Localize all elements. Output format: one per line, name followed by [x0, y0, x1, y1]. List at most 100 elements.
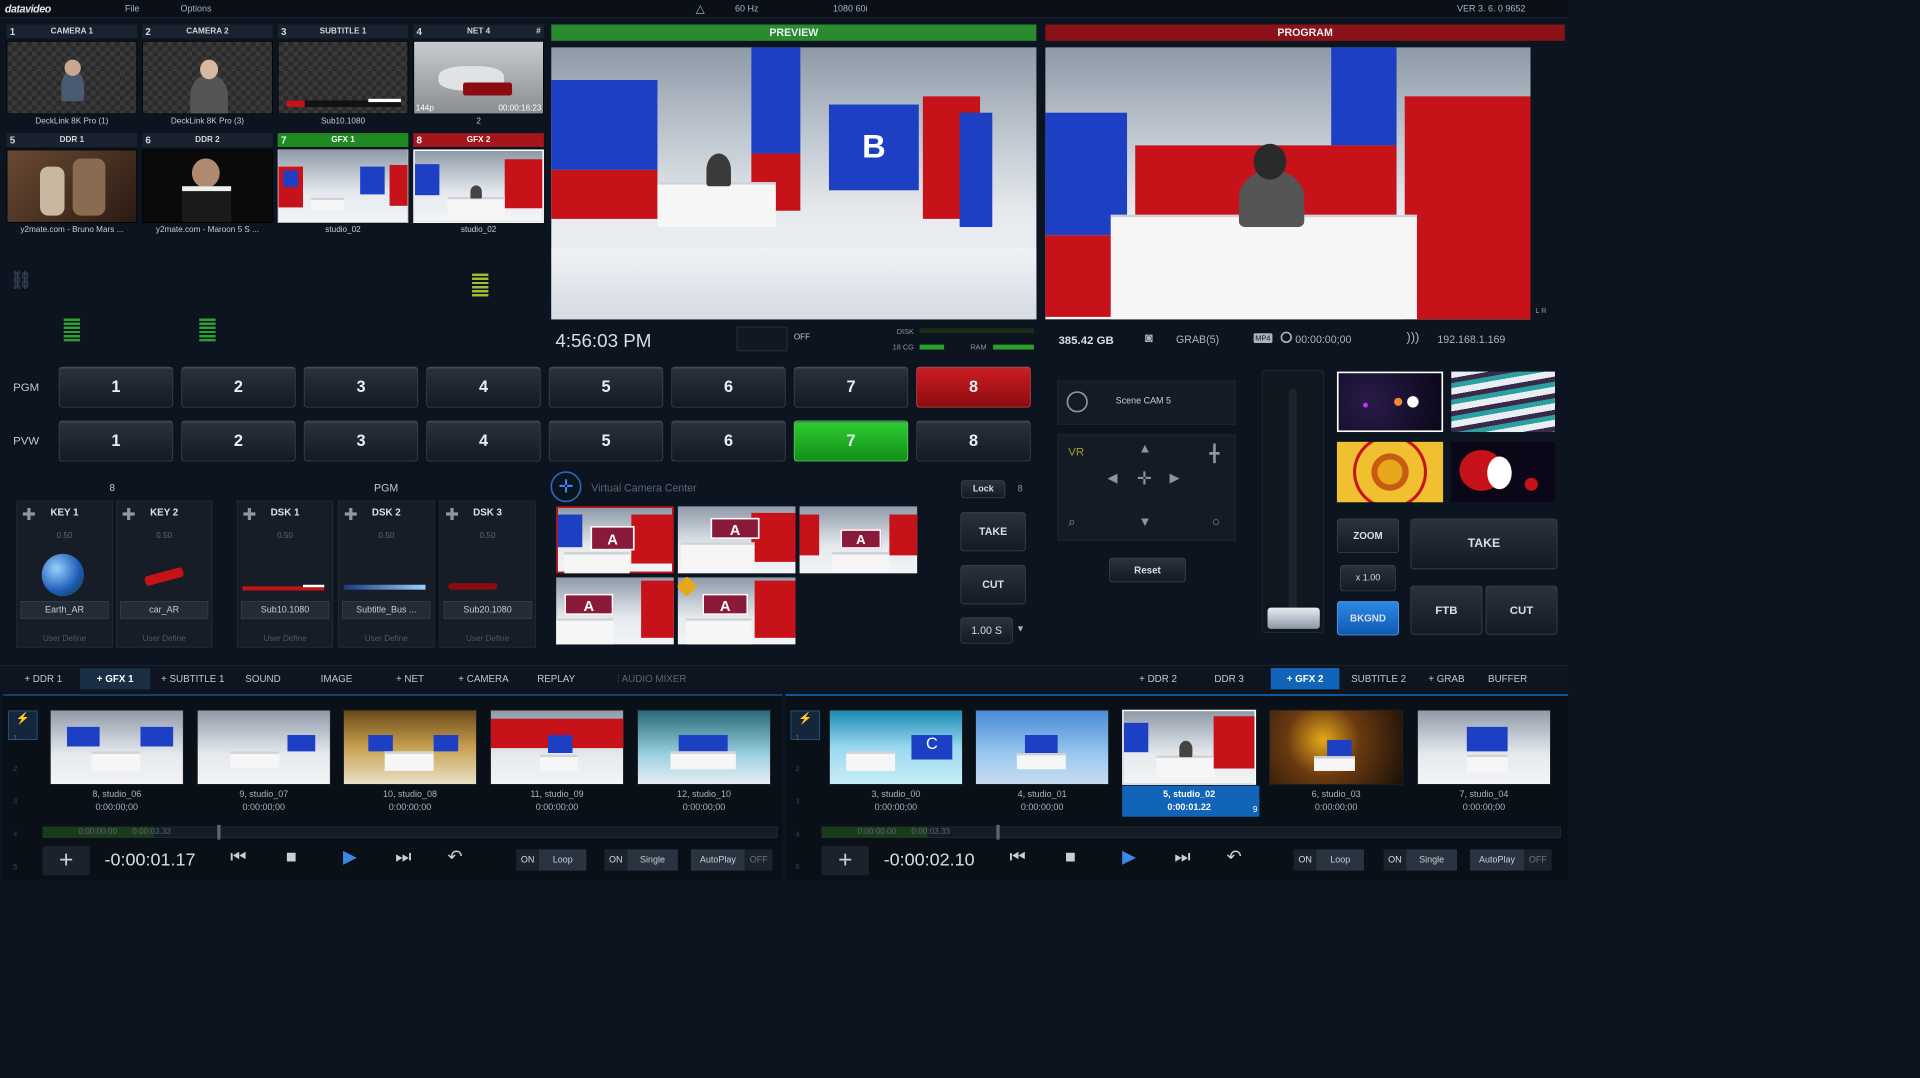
vcc-take-button[interactable]: TAKE: [960, 512, 1026, 552]
menu-file[interactable]: File: [125, 4, 139, 14]
single-on[interactable]: ON: [604, 849, 628, 871]
vcam-preset-5[interactable]: A: [676, 575, 796, 645]
keyer-dsk-1[interactable]: ✚ DSK 1 0.50 Sub10.1080 User Define: [236, 500, 334, 648]
tab-ddr-1[interactable]: + DDR 1: [15, 668, 72, 689]
eject-icon[interactable]: △: [696, 2, 705, 16]
tab-gfx-2[interactable]: + GFX 2: [1270, 668, 1340, 690]
source-header-3[interactable]: 3 SUBTITLE 1: [277, 24, 409, 39]
transition-thumb-shapes[interactable]: [1451, 441, 1555, 503]
loop-on[interactable]: ON: [516, 849, 540, 871]
playlist-item-thumb[interactable]: C: [828, 709, 963, 785]
keyer-source-select[interactable]: Sub20.1080: [443, 601, 532, 620]
keyer-user-define[interactable]: User Define: [339, 635, 434, 644]
stop-icon[interactable]: ■: [286, 846, 297, 867]
playlist-item-thumb-selected[interactable]: [1122, 709, 1257, 785]
pan-down-icon[interactable]: ▼: [1138, 515, 1151, 530]
tab-subtitle-2[interactable]: SUBTITLE 2: [1344, 668, 1413, 689]
tab-buffer[interactable]: BUFFER: [1480, 668, 1536, 689]
transition-thumb-stripes[interactable]: [1451, 371, 1555, 433]
t-bar-handle[interactable]: [1267, 607, 1320, 629]
source-thumb-camera-1[interactable]: [6, 40, 138, 115]
source-header-4[interactable]: 4 NET 4 #: [413, 24, 544, 39]
pan-left-icon[interactable]: ◀: [1107, 470, 1117, 486]
tab-audio-mixer[interactable]: ⫶ AUDIO MIXER: [601, 668, 702, 689]
autoplay-off[interactable]: OFF: [1523, 849, 1552, 871]
record-icon[interactable]: [1280, 331, 1293, 344]
keyer-user-define[interactable]: User Define: [440, 635, 535, 644]
play-icon[interactable]: ▶: [343, 846, 357, 867]
crosshair-icon[interactable]: ╋: [1210, 443, 1220, 463]
tab-subtitle-1[interactable]: + SUBTITLE 1: [155, 668, 230, 689]
skip-back-icon[interactable]: ⏮: [230, 846, 246, 867]
pgm-button-1[interactable]: 1: [58, 366, 174, 408]
autoplay-toggle[interactable]: AutoPlay: [1470, 849, 1524, 871]
main-take-button[interactable]: TAKE: [1410, 518, 1558, 570]
pgm-button-3[interactable]: 3: [303, 366, 419, 408]
skip-forward-icon[interactable]: ⏭: [395, 846, 411, 867]
playlist-item-thumb[interactable]: [49, 709, 184, 785]
menu-options[interactable]: Options: [180, 4, 211, 14]
vcam-preset-2[interactable]: A: [677, 506, 796, 574]
skip-back-icon[interactable]: ⏮: [1009, 846, 1025, 867]
keyer-source-select[interactable]: Sub10.1080: [240, 601, 330, 620]
main-cut-button[interactable]: CUT: [1485, 585, 1558, 635]
pgm-button-6[interactable]: 6: [671, 366, 786, 408]
keyer-source-select[interactable]: Subtitle_Bus ...: [342, 601, 431, 620]
tab-replay[interactable]: REPLAY: [529, 668, 583, 689]
bkgnd-button[interactable]: BKGND: [1336, 601, 1400, 636]
source-header-1[interactable]: 1 CAMERA 1: [6, 24, 138, 39]
single-on[interactable]: ON: [1383, 849, 1407, 871]
autoplay-toggle[interactable]: AutoPlay: [690, 849, 745, 871]
chevron-down-icon[interactable]: ▼: [1016, 624, 1025, 634]
pgm-button-5[interactable]: 5: [548, 366, 664, 408]
pan-up-icon[interactable]: ▲: [1138, 442, 1151, 457]
source-header-7[interactable]: 7 GFX 1: [277, 133, 409, 148]
pvw-button-5[interactable]: 5: [548, 420, 664, 462]
keyer-user-define[interactable]: User Define: [17, 635, 112, 644]
source-thumb-ddr-2[interactable]: [142, 149, 273, 223]
zoom-value[interactable]: x 1.00: [1340, 565, 1396, 592]
record-toggle[interactable]: [736, 326, 788, 352]
transition-thumb-particles[interactable]: [1336, 371, 1444, 433]
keyer-user-define[interactable]: User Define: [238, 635, 333, 644]
move-icon[interactable]: ✛: [1137, 468, 1152, 489]
lock-button[interactable]: Lock: [961, 480, 1006, 499]
playlist-item-thumb[interactable]: [196, 709, 331, 785]
pan-right-icon[interactable]: ▶: [1170, 470, 1180, 486]
source-thumb-ddr-1[interactable]: [6, 149, 138, 223]
pvw-button-4[interactable]: 4: [426, 420, 541, 462]
pvw-button-6[interactable]: 6: [671, 420, 786, 462]
tab-ddr-3[interactable]: DDR 3: [1201, 668, 1258, 689]
autoplay-off[interactable]: OFF: [744, 849, 773, 871]
vcam-preset-4[interactable]: A: [556, 577, 674, 645]
virtual-camera-icon[interactable]: ✛: [550, 471, 582, 503]
in-marker[interactable]: [217, 824, 221, 840]
tab-grab[interactable]: + GRAB: [1421, 668, 1472, 689]
source-header-2[interactable]: 2 CAMERA 2: [142, 24, 273, 39]
source-thumb-gfx-2[interactable]: [413, 149, 544, 223]
search-icon[interactable]: ⌕: [1068, 515, 1075, 530]
pvw-button-8[interactable]: 8: [916, 420, 1031, 462]
tab-camera[interactable]: + CAMERA: [451, 668, 516, 689]
tab-net[interactable]: + NET: [382, 668, 438, 689]
playlist-item-thumb[interactable]: [343, 709, 477, 785]
tab-sound[interactable]: SOUND: [235, 668, 291, 689]
source-header-8[interactable]: 8 GFX 2: [413, 133, 544, 148]
vcam-preset-1[interactable]: A: [556, 506, 674, 574]
keyer-key-2[interactable]: ✚ KEY 2 0.50 car_AR User Define: [115, 500, 213, 648]
pgm-button-2[interactable]: 2: [181, 366, 296, 408]
loop-on[interactable]: ON: [1293, 849, 1317, 871]
camera-icon[interactable]: ◙: [1145, 332, 1153, 347]
return-icon[interactable]: ↶: [448, 846, 463, 867]
stream-icon[interactable]: ))): [1406, 331, 1419, 346]
pgm-button-8[interactable]: 8: [916, 366, 1031, 408]
add-clip-button[interactable]: +: [42, 846, 90, 876]
scene-camera-panel[interactable]: Scene CAM 5: [1057, 380, 1236, 425]
keyer-source-select[interactable]: car_AR: [120, 601, 209, 620]
source-header-6[interactable]: 6 DDR 2: [142, 133, 273, 148]
stop-icon[interactable]: ■: [1065, 846, 1076, 867]
vcc-duration[interactable]: 1.00 S: [960, 617, 1013, 644]
zoom-button[interactable]: ZOOM: [1336, 518, 1400, 553]
pgm-button-7[interactable]: 7: [793, 366, 909, 408]
keyer-key-1[interactable]: ✚ KEY 1 0.50 Earth_AR User Define: [16, 500, 113, 648]
